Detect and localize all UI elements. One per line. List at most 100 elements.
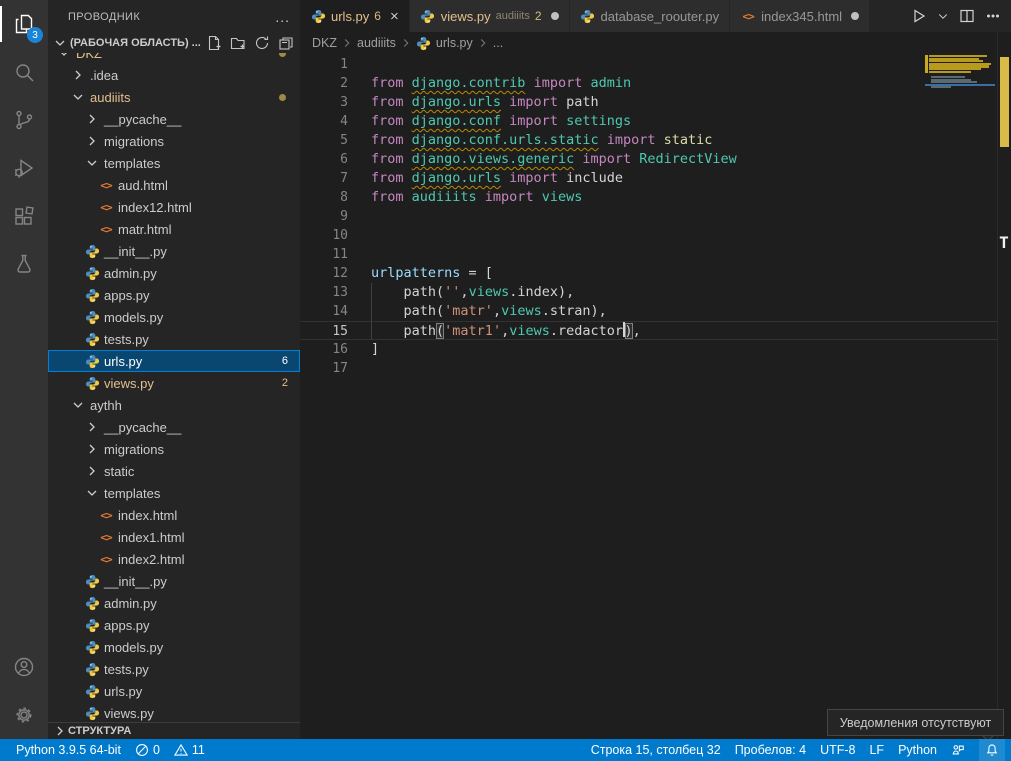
tree-item-aud-html[interactable]: <>aud.html (48, 174, 300, 196)
tree-item--pycache-[interactable]: __pycache__ (48, 108, 300, 130)
chevron-down-icon (84, 155, 100, 171)
activity-files-icon[interactable]: 3 (0, 0, 48, 48)
tree-item-index12-html[interactable]: <>index12.html (48, 196, 300, 218)
activity-source-control-icon[interactable] (0, 96, 48, 144)
activity-account-icon[interactable] (0, 643, 48, 691)
workspace-section-header[interactable]: (РАБОЧАЯ ОБЛАСТЬ) ... (48, 33, 300, 53)
code-line-13[interactable]: 13 path('',views.index), (300, 283, 1011, 302)
tree-item-views-py[interactable]: views.py (48, 702, 300, 722)
status-language-mode[interactable]: Python (898, 743, 937, 757)
tree-item-admin-py[interactable]: admin.py (48, 262, 300, 284)
tree-item-templates[interactable]: templates (48, 152, 300, 174)
activity-testing-icon[interactable] (0, 240, 48, 288)
tree-item-models-py[interactable]: models.py (48, 636, 300, 658)
tab-views-py[interactable]: views.pyaudiiits2 (410, 0, 570, 32)
minimap[interactable] (925, 55, 997, 355)
tree-item-views-py[interactable]: views.py2 (48, 372, 300, 394)
status-encoding[interactable]: UTF-8 (820, 743, 855, 757)
status-feedback[interactable] (951, 743, 965, 757)
code-line-15[interactable]: 15 path('matr1',views.redactor), (300, 321, 1011, 340)
close-icon[interactable]: × (390, 8, 399, 25)
collapse-all-icon[interactable] (278, 35, 294, 51)
tree-item-migrations[interactable]: migrations (48, 438, 300, 460)
new-file-icon[interactable] (206, 35, 222, 51)
tree-item-admin-py[interactable]: admin.py (48, 592, 300, 614)
tree-item-tests-py[interactable]: tests.py (48, 328, 300, 350)
status-warning-count[interactable]: 11 (174, 743, 205, 757)
tree-item--init-py[interactable]: __init__.py (48, 240, 300, 262)
tree-item-aythh[interactable]: aythh (48, 394, 300, 416)
tree-item-apps-py[interactable]: apps.py (48, 284, 300, 306)
breadcrumb-item--[interactable]: ... (493, 36, 503, 50)
code-line-16[interactable]: 16] (300, 340, 1011, 359)
dirty-dot-icon[interactable] (851, 12, 859, 20)
tree-item-migrations[interactable]: migrations (48, 130, 300, 152)
code-line-8[interactable]: 8from audiiits import views (300, 188, 1011, 207)
tree-item-urls-py[interactable]: urls.py6 (48, 350, 300, 372)
tree-item-index2-html[interactable]: <>index2.html (48, 548, 300, 570)
tree-item-urls-py[interactable]: urls.py (48, 680, 300, 702)
code-line-12[interactable]: 12urlpatterns = [ (300, 264, 1011, 283)
tree-item--init-py[interactable]: __init__.py (48, 570, 300, 592)
status-python-interpreter[interactable]: Python 3.9.5 64-bit (16, 743, 121, 757)
code-line-3[interactable]: 3from django.urls import path (300, 93, 1011, 112)
status-cursor-position[interactable]: Строка 15, столбец 32 (591, 743, 721, 757)
run-dropdown-chevron[interactable] (937, 8, 949, 24)
status-error-count[interactable]: 0 (135, 743, 160, 757)
line-number: 17 (300, 359, 348, 378)
tree-item-index-html[interactable]: <>index.html (48, 504, 300, 526)
code-line-4[interactable]: 4from django.conf import settings (300, 112, 1011, 131)
tree-item-matr-html[interactable]: <>matr.html (48, 218, 300, 240)
code-line-2[interactable]: 2from django.contrib import admin (300, 74, 1011, 93)
status-eol[interactable]: LF (869, 743, 884, 757)
tab-database-roouter-py[interactable]: database_roouter.py (570, 0, 731, 32)
explorer-more-actions[interactable]: ... (275, 9, 290, 25)
activity-search-icon[interactable] (0, 48, 48, 96)
code-line-6[interactable]: 6from django.views.generic import Redire… (300, 150, 1011, 169)
tree-item-static[interactable]: static (48, 460, 300, 482)
tab-index345-html[interactable]: <>index345.html (730, 0, 870, 32)
activity-extensions-icon[interactable] (0, 192, 48, 240)
code-line-5[interactable]: 5from django.conf.urls.static import sta… (300, 131, 1011, 150)
code-line-1[interactable]: 1 (300, 55, 1011, 74)
new-folder-icon[interactable] (230, 35, 246, 51)
tree-item-models-py[interactable]: models.py (48, 306, 300, 328)
editor-scrollbar[interactable] (997, 32, 1011, 739)
run-button[interactable] (911, 8, 927, 24)
split-editor-button[interactable] (959, 8, 975, 24)
code-line-17[interactable]: 17 (300, 359, 1011, 378)
git-modified-dot (279, 94, 286, 101)
breadcrumb-item-dkz[interactable]: DKZ (312, 36, 337, 50)
tree-item-audiiits[interactable]: audiiits (48, 86, 300, 108)
chevron-right-icon (340, 34, 354, 53)
tree-item-tests-py[interactable]: tests.py (48, 658, 300, 680)
dirty-dot-icon[interactable] (551, 12, 559, 20)
python-icon (84, 683, 100, 699)
activity-settings-gear-icon[interactable] (0, 691, 48, 739)
status-indentation[interactable]: Пробелов: 4 (735, 743, 806, 757)
code-line-14[interactable]: 14 path('matr',views.stran), (300, 302, 1011, 321)
tree-item-dkz[interactable]: DKZ (48, 53, 300, 64)
breadcrumb-item-urls-py[interactable]: urls.py (416, 35, 473, 51)
tree-item--idea[interactable]: .idea (48, 64, 300, 86)
tree-item-index1-html[interactable]: <>index1.html (48, 526, 300, 548)
code-line-9[interactable]: 9 (300, 207, 1011, 226)
more-actions-button[interactable] (985, 8, 1001, 24)
status-notifications-bell[interactable] (979, 739, 1005, 761)
code-editor[interactable]: 12from django.contrib import admin3from … (300, 54, 1011, 739)
activity-run-debug-icon[interactable] (0, 144, 48, 192)
chevron-down-icon (52, 35, 68, 51)
outline-section-header[interactable]: СТРУКТУРА (48, 722, 300, 739)
code-line-11[interactable]: 11 (300, 245, 1011, 264)
tab-urls-py[interactable]: urls.py6× (300, 0, 410, 32)
code-line-10[interactable]: 10 (300, 226, 1011, 245)
tree-item-templates[interactable]: templates (48, 482, 300, 504)
file-tree: DKZ.ideaaudiiits__pycache__migrationstem… (48, 53, 300, 722)
tree-item-apps-py[interactable]: apps.py (48, 614, 300, 636)
refresh-icon[interactable] (254, 35, 270, 51)
breadcrumb-item-audiiits[interactable]: audiiits (357, 36, 396, 50)
tree-item--pycache-[interactable]: __pycache__ (48, 416, 300, 438)
chevron-right-icon (84, 133, 100, 149)
python-icon (84, 309, 100, 325)
code-line-7[interactable]: 7from django.urls import include (300, 169, 1011, 188)
